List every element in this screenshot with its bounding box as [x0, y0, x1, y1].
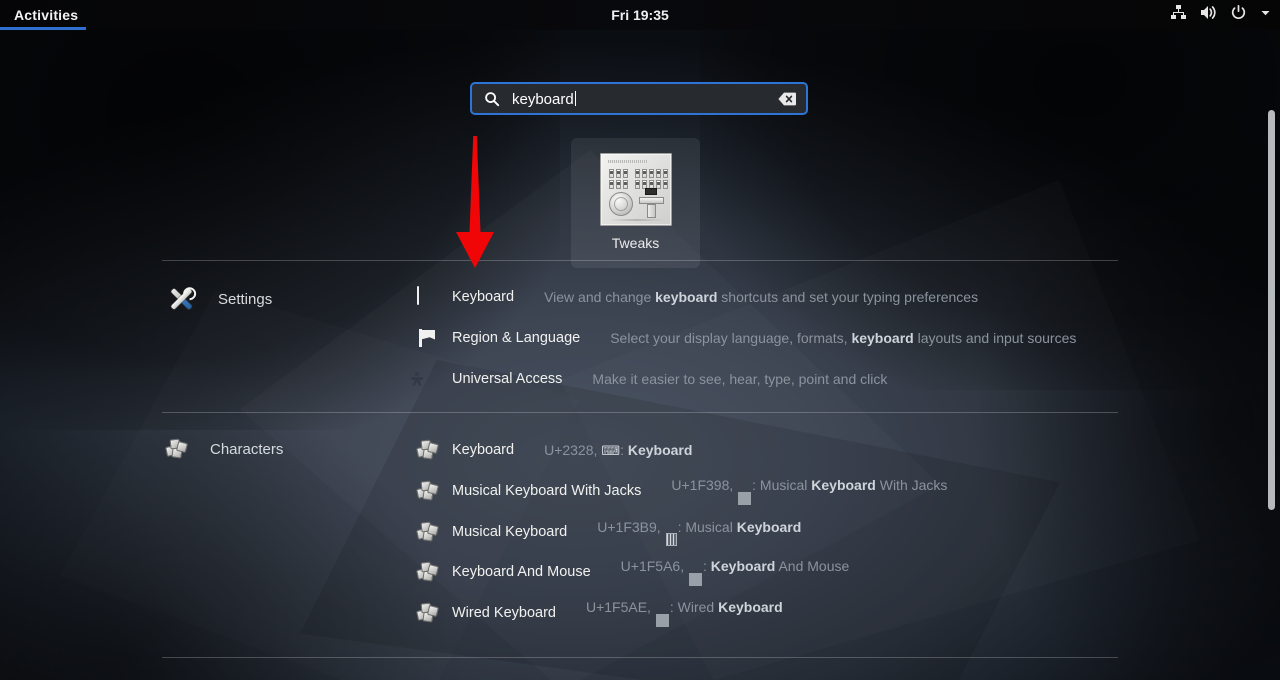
- top-bar: Activities Fri 19:35: [0, 0, 1280, 30]
- settings-icon: [166, 284, 196, 314]
- volume-icon[interactable]: [1199, 4, 1218, 26]
- search-input[interactable]: keyboard: [470, 82, 808, 115]
- section-separator-bottom: [162, 657, 1118, 658]
- result-description: U+2328, ⌨: Keyboard: [544, 441, 693, 458]
- section-header-settings: Settings: [166, 284, 272, 314]
- network-icon[interactable]: [1170, 4, 1187, 26]
- chevron-down-icon[interactable]: [1259, 6, 1272, 24]
- result-row-char-musical-keyboard[interactable]: Musical Keyboard U+1F3B9, 🎹: Musical Key…: [416, 519, 801, 546]
- gnome-overview-screen: Activities Fri 19:35 keyboard Tweaks Set…: [0, 0, 1280, 680]
- result-title: Region & Language: [452, 330, 581, 346]
- characters-icon: [416, 480, 440, 502]
- search-input-value[interactable]: keyboard: [512, 90, 576, 108]
- characters-icon: [416, 439, 440, 461]
- result-row-region-language[interactable]: Region & Language Select your display la…: [417, 325, 1076, 351]
- result-description: U+1F398, ■: Musical Keyboard With Jacks: [671, 477, 947, 505]
- search-icon: [484, 91, 500, 107]
- characters-icon: [165, 438, 189, 459]
- power-icon[interactable]: [1230, 4, 1247, 26]
- vertical-scrollbar[interactable]: [1268, 110, 1275, 510]
- section-separator-middle: [162, 412, 1118, 413]
- result-row-char-keyboard[interactable]: Keyboard U+2328, ⌨: Keyboard: [416, 437, 693, 463]
- result-row-char-keyboard-and-mouse[interactable]: Keyboard And Mouse U+1F5A6, ■: Keyboard …: [416, 558, 849, 586]
- result-row-char-musical-keyboard-with-jacks[interactable]: Musical Keyboard With Jacks U+1F398, ■: …: [416, 477, 947, 505]
- section-header-characters: Characters: [165, 438, 284, 459]
- result-row-keyboard-settings[interactable]: Keyboard View and change keyboard shortc…: [417, 284, 978, 310]
- result-description: U+1F5AE, ■: Wired Keyboard: [586, 599, 783, 627]
- result-description: U+1F5A6, ■: Keyboard And Mouse: [621, 558, 849, 586]
- result-title: Wired Keyboard: [452, 605, 556, 621]
- search-query-text: keyboard: [512, 90, 574, 108]
- characters-icon: [416, 521, 440, 543]
- tweaks-icon: [599, 153, 672, 226]
- result-row-char-wired-keyboard[interactable]: Wired Keyboard U+1F5AE, ■: Wired Keyboar…: [416, 599, 783, 627]
- wallpaper-shade-right: [980, 110, 1280, 680]
- clock[interactable]: Fri 19:35: [0, 0, 1280, 30]
- app-result-label: Tweaks: [611, 235, 660, 251]
- section-label: Settings: [218, 290, 273, 308]
- result-title: Universal Access: [452, 371, 563, 387]
- keyboard-icon: [417, 285, 438, 308]
- result-title: Musical Keyboard With Jacks: [452, 483, 642, 499]
- clear-icon[interactable]: [778, 92, 796, 106]
- flag-icon: [417, 328, 438, 349]
- text-caret: [574, 90, 576, 106]
- result-description: U+1F3B9, 🎹: Musical Keyboard: [597, 519, 801, 546]
- result-title: Musical Keyboard: [452, 524, 568, 540]
- result-description: Select your display language, formats, k…: [610, 330, 1077, 346]
- result-row-universal-access[interactable]: Universal Access Make it easier to see, …: [411, 366, 888, 392]
- universal-access-icon: [411, 369, 438, 390]
- arrow-shape: [456, 136, 494, 268]
- result-title: Keyboard: [452, 289, 515, 305]
- result-title: Keyboard And Mouse: [452, 564, 591, 580]
- characters-icon: [416, 561, 440, 583]
- section-label: Characters: [210, 440, 284, 458]
- overview-search-results: keyboard Tweaks Settings Keyboard View a…: [0, 30, 1280, 680]
- result-description: View and change keyboard shortcuts and s…: [544, 289, 979, 305]
- wallpaper-shade-bottom-left: [0, 380, 460, 680]
- result-title: Keyboard: [452, 442, 515, 458]
- result-description: Make it easier to see, hear, type, point…: [592, 371, 888, 387]
- clock-label: Fri 19:35: [611, 7, 669, 23]
- characters-icon: [416, 602, 440, 624]
- app-result-tweaks[interactable]: Tweaks: [571, 138, 700, 268]
- status-tray[interactable]: [1170, 0, 1272, 30]
